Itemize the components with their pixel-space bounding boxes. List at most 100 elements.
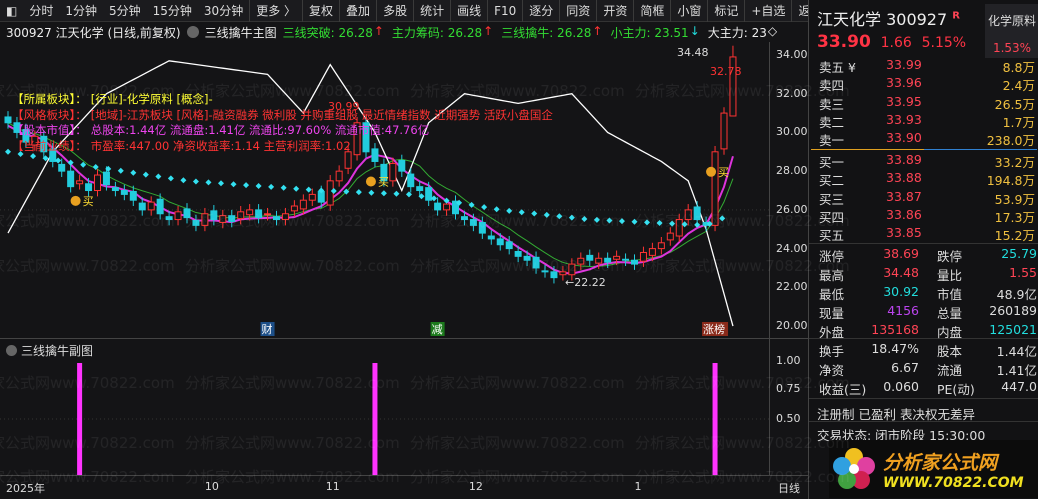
stat-value: 34.48 (883, 265, 919, 280)
toolbar-button-1[interactable]: 1分钟 (59, 0, 103, 22)
order-book-row[interactable]: 卖三 33.95 26.5万 (809, 94, 1038, 112)
sector-tag[interactable]: 化学原料 1.53% (985, 4, 1038, 58)
level-label: 卖四 (819, 78, 845, 94)
order-book-row[interactable]: 买二 33.88 194.8万 (809, 170, 1038, 188)
cyan-diamond-marker (305, 186, 312, 193)
toolbar-button-9[interactable]: 统计 (413, 0, 450, 22)
order-book-row[interactable]: 卖二 33.93 1.7万 (809, 112, 1038, 130)
toolbar-button-13[interactable]: 同资 (559, 0, 596, 22)
candle (264, 213, 272, 216)
toolbar-button-8[interactable]: 多股 (376, 0, 413, 22)
cyan-diamond-marker (293, 185, 300, 192)
book-divider (811, 149, 1037, 150)
stat-value: 48.9亿 (996, 287, 1037, 302)
price-chart[interactable]: 34.48 32.78 30.99 ←22.22 买买买财减涨榜 【所属板块】： [行业]… (0, 42, 770, 338)
candle (657, 242, 665, 250)
level-label: 买三 (819, 191, 845, 207)
month-label: 1 (634, 480, 642, 493)
candle (308, 193, 316, 201)
collapse-icon[interactable] (6, 345, 17, 356)
toolbar-button-18[interactable]: +自选 (744, 0, 791, 22)
level-label: 卖五 ¥ (819, 60, 856, 75)
candle (532, 256, 540, 269)
indicator-value: 三线突破: 26.28 (282, 25, 373, 40)
candle (559, 271, 567, 276)
stat-value: 30.92 (883, 284, 919, 299)
candle (443, 203, 451, 211)
buy-signal-icon (706, 166, 717, 177)
toolbar-button-10[interactable]: 画线 (450, 0, 487, 22)
toolbar-button-7[interactable]: 叠加 (339, 0, 376, 22)
candle (210, 210, 218, 221)
cyan-diamond-marker (30, 153, 37, 160)
toolbar-button-3[interactable]: 15分钟 (147, 0, 198, 22)
indicator-dropdown-icon[interactable] (186, 26, 199, 38)
candle (613, 255, 621, 260)
level-label: 卖二 (819, 114, 845, 130)
toolbar-button-6[interactable]: 复权 (302, 0, 339, 22)
level-label: 买五 (819, 228, 845, 244)
candle (219, 215, 227, 223)
candle (156, 198, 164, 215)
order-book-row[interactable]: 卖五 ¥ 33.99 8.8万 (809, 57, 1038, 75)
order-book-row[interactable]: 卖四 33.96 2.4万 (809, 75, 1038, 93)
buy-label: 买 (83, 195, 94, 208)
toolbar-button-15[interactable]: 简框 (633, 0, 670, 22)
level-label: 买一 (819, 155, 845, 170)
level-volume: 1.7万 (1002, 114, 1035, 130)
cyan-diamond-marker (230, 181, 237, 188)
cyan-diamond-marker (556, 213, 563, 220)
cyan-diamond-marker (644, 219, 651, 226)
buy-label: 买 (378, 175, 389, 188)
cyan-diamond-marker (568, 214, 575, 221)
order-book-row[interactable]: 买四 33.86 17.3万 (809, 207, 1038, 225)
quote-panel: 江天化学 300927 R 化学原料 1.53% 33.90 1.66 5.15… (808, 0, 1038, 499)
candle (577, 257, 585, 265)
last-price: 33.90 (817, 32, 871, 52)
cyan-diamond-marker (5, 148, 11, 155)
stat-row: 换手 18.47% 股本 1.44亿 (809, 341, 1038, 359)
toolbar-button-0[interactable]: 分时 (23, 0, 59, 22)
toolbar-button-17[interactable]: 标记 (707, 0, 744, 22)
order-book-row[interactable]: 买一 33.89 33.2万 (809, 152, 1038, 170)
toolbar-button-11[interactable]: F10 (487, 0, 522, 22)
toolbar-button-16[interactable]: 小窗 (670, 0, 707, 22)
overlay-value: 总股本:1.44亿 流通盘:1.41亿 流通比:97.60% 流通市值:47.7… (90, 123, 430, 137)
candle (246, 209, 254, 216)
cyan-diamond-marker (180, 177, 187, 184)
stat-value: 18.47% (871, 341, 919, 356)
stat-value: 1.44亿 (996, 344, 1037, 359)
toolbar-button-4[interactable]: 30分钟 (198, 0, 249, 22)
order-book-row[interactable]: 卖一 33.90 238.0万 (809, 130, 1038, 148)
stat-label: 外盘 (819, 325, 845, 340)
stat-label: 总量 (937, 306, 963, 321)
sub-tick: 0.75 (776, 382, 801, 395)
toolbar-button-12[interactable]: 逐分 (522, 0, 559, 22)
level-volume: 238.0万 (986, 133, 1035, 149)
toolbar-button-2[interactable]: 5分钟 (103, 0, 147, 22)
date-axis: 2025年 10 11 12 1 日线 (0, 475, 808, 499)
candle (514, 251, 522, 257)
level-label: 买四 (819, 209, 845, 225)
level-label: 卖三 (819, 96, 845, 112)
stat-row: 现量 4156 总量 260189 (809, 303, 1038, 321)
price-tick: 28.00 (776, 164, 808, 178)
cyan-diamond-marker (130, 169, 137, 176)
cyan-diamond-marker (543, 211, 550, 218)
period-label: 日线 (778, 482, 800, 495)
overlay-value: [行业]-化学原料 [概念]- (90, 92, 213, 106)
indicator-name[interactable]: 三线擒牛主图 (205, 24, 277, 41)
candle (469, 219, 477, 226)
toolbar-button-5[interactable]: 更多 〉 (249, 0, 302, 22)
stat-label: 最高 (819, 268, 845, 283)
stat-label: 跌停 (937, 249, 963, 264)
candle (693, 206, 701, 221)
stat-value: 260189 (989, 303, 1037, 318)
toolbar-button-14[interactable]: 开资 (596, 0, 633, 22)
stat-value: 135168 (871, 322, 919, 337)
stat-value: 0.060 (883, 379, 919, 394)
sidebar-toggle-icon[interactable]: ◧ (0, 0, 23, 22)
sub-chart[interactable]: 三线擒牛副图 (0, 338, 770, 476)
order-book-row[interactable]: 买五 33.85 15.2万 (809, 225, 1038, 243)
order-book-row[interactable]: 买三 33.87 53.9万 (809, 189, 1038, 207)
